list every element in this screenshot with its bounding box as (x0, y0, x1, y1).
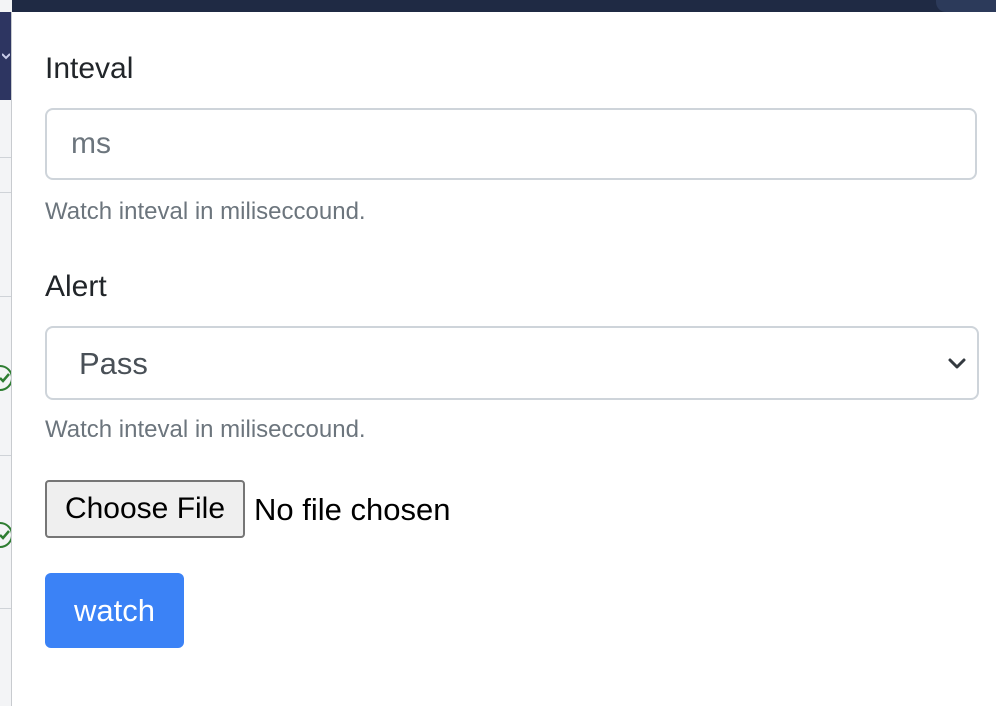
background-topbar-corner (936, 0, 996, 12)
alert-select[interactable]: Pass (45, 326, 979, 400)
interval-help-text: Watch inteval in miliseccound. (45, 198, 366, 225)
watch-form-panel: Inteval Watch inteval in miliseccound. A… (12, 12, 996, 706)
background-topbar (0, 0, 996, 12)
watch-button[interactable]: watch (45, 573, 184, 648)
interval-label: Inteval (45, 52, 134, 85)
alert-select-value: Pass (79, 346, 148, 381)
chevron-down-icon (1, 50, 11, 64)
choose-file-button[interactable]: Choose File (45, 480, 245, 538)
chevron-down-icon (947, 353, 967, 373)
interval-input[interactable] (45, 108, 977, 180)
file-status-text: No file chosen (254, 492, 451, 527)
alert-help-text: Watch inteval in miliseccound. (45, 416, 366, 443)
alert-label: Alert (45, 270, 107, 303)
